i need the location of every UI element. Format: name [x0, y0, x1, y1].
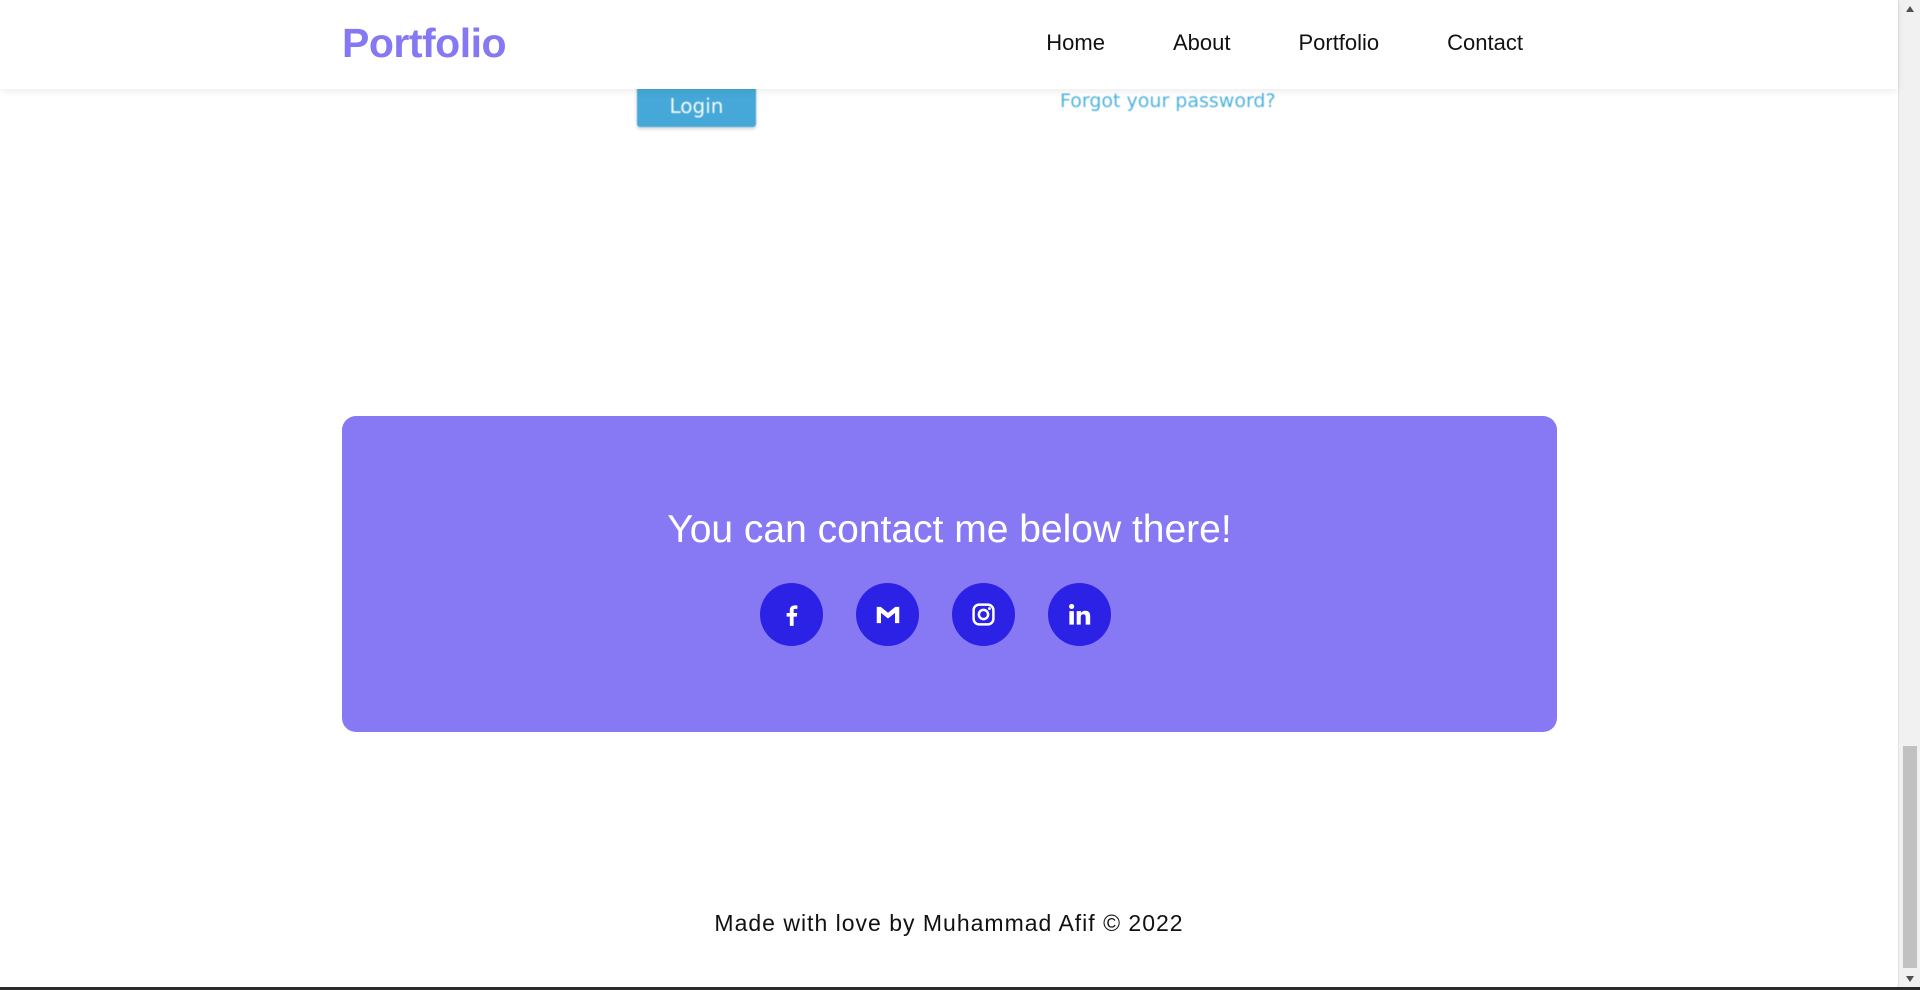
gmail-button[interactable]	[856, 583, 919, 646]
screenshot-forgot-password-link: Forgot your password?	[1060, 90, 1276, 112]
gmail-icon	[876, 606, 899, 623]
contact-title: You can contact me below there!	[667, 508, 1232, 551]
social-links	[760, 583, 1111, 646]
nav-links: Home About Portfolio Contact	[1046, 30, 1523, 56]
nav-link-home[interactable]: Home	[1046, 30, 1105, 56]
page: Login Forgot your password? Portfolio Ho…	[0, 0, 1898, 987]
instagram-icon	[972, 603, 995, 626]
nav-link-about[interactable]: About	[1173, 30, 1231, 56]
nav-link-contact[interactable]: Contact	[1447, 30, 1523, 56]
scroll-up-arrow-icon[interactable]	[1899, 0, 1920, 17]
navbar: Portfolio Home About Portfolio Contact	[0, 0, 1898, 89]
instagram-button[interactable]	[952, 583, 1015, 646]
page-scrollbar[interactable]	[1898, 0, 1920, 987]
contact-card: You can contact me below there!	[342, 416, 1557, 732]
nav-link-portfolio[interactable]: Portfolio	[1298, 30, 1379, 56]
footer-text: Made with love by Muhammad Afif © 2022	[714, 910, 1184, 936]
screenshot-login-button: Login	[637, 85, 756, 127]
facebook-icon	[786, 604, 797, 626]
brand-logo[interactable]: Portfolio	[342, 20, 507, 67]
facebook-button[interactable]	[760, 583, 823, 646]
linkedin-button[interactable]	[1048, 583, 1111, 646]
linkedin-icon	[1069, 603, 1091, 625]
scroll-thumb[interactable]	[1903, 746, 1917, 968]
scroll-down-arrow-icon[interactable]	[1899, 970, 1920, 987]
